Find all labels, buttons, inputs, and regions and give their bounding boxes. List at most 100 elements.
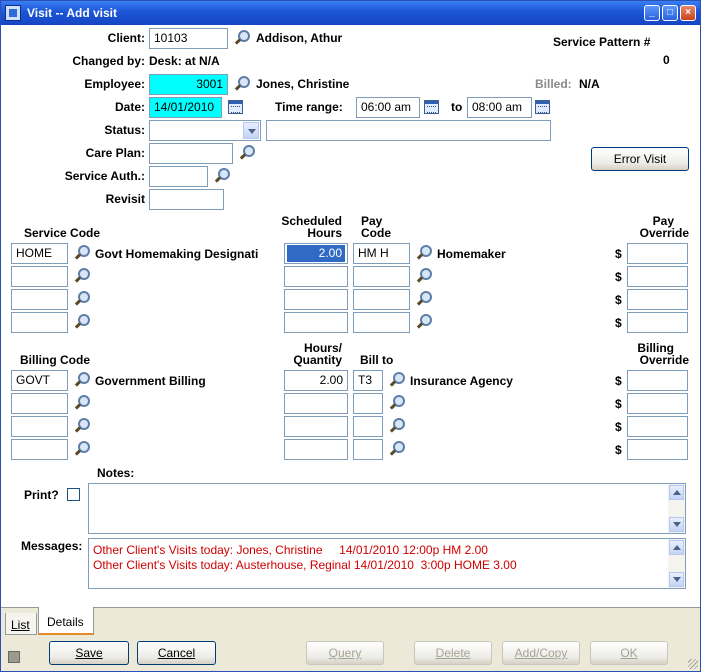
pay-override-field[interactable]: [627, 289, 688, 310]
query-button[interactable]: Query: [306, 641, 384, 665]
quantity-field[interactable]: [284, 439, 348, 460]
billing-code-field[interactable]: [11, 393, 68, 414]
messages-label: Messages:: [21, 539, 83, 553]
bill-to-lookup-icon[interactable]: [389, 441, 405, 457]
billing-code-field[interactable]: [11, 416, 68, 437]
service-auth-lookup-icon[interactable]: [214, 168, 230, 184]
scroll-up-arrow-icon[interactable]: [669, 540, 684, 555]
service-code-lookup-icon[interactable]: [74, 314, 90, 330]
quantity-field[interactable]: [284, 416, 348, 437]
bill-to-field[interactable]: [353, 393, 383, 414]
care-plan-lookup-icon[interactable]: [239, 145, 255, 161]
bill-to-field[interactable]: [353, 416, 383, 437]
date-calendar-icon[interactable]: [228, 100, 243, 114]
scheduled-hours-field[interactable]: [284, 266, 348, 287]
scheduled-hours-field[interactable]: [284, 289, 348, 310]
status-text-field[interactable]: [266, 120, 551, 141]
currency-symbol: $: [615, 247, 622, 261]
service-code-field[interactable]: [11, 289, 68, 310]
pay-code-lookup-icon[interactable]: [416, 245, 432, 261]
close-button[interactable]: ×: [680, 5, 696, 21]
employee-id-field[interactable]: 3001: [149, 74, 228, 95]
delete-button[interactable]: Delete: [414, 641, 492, 665]
ok-button[interactable]: OK: [590, 641, 668, 665]
service-desc: Govt Homemaking Designati: [95, 247, 259, 261]
tab-list[interactable]: List: [5, 613, 37, 635]
billing-code-field[interactable]: GOVT: [11, 370, 68, 391]
pay-code-lookup-icon[interactable]: [416, 291, 432, 307]
pay-code-lookup-icon[interactable]: [416, 268, 432, 284]
time-to-picker-icon[interactable]: [535, 100, 550, 114]
bill-to-field[interactable]: T3: [353, 370, 383, 391]
service-code-field[interactable]: [11, 266, 68, 287]
pay-code-lookup-icon[interactable]: [416, 314, 432, 330]
error-visit-button[interactable]: Error Visit: [591, 147, 689, 171]
time-to-field[interactable]: 08:00 am: [467, 97, 532, 118]
messages-scrollbar[interactable]: [668, 539, 685, 588]
billed-label: Billed:: [535, 77, 572, 91]
time-from-picker-icon[interactable]: [424, 100, 439, 114]
service-code-field[interactable]: [11, 312, 68, 333]
billing-override-field[interactable]: [627, 416, 688, 437]
bill-to-field[interactable]: [353, 439, 383, 460]
maximize-button[interactable]: □: [662, 5, 678, 21]
billing-code-field[interactable]: [11, 439, 68, 460]
scroll-down-arrow-icon[interactable]: [669, 572, 684, 587]
employee-name: Jones, Christine: [256, 77, 350, 91]
revisit-field[interactable]: [149, 189, 224, 210]
client-lookup-icon[interactable]: [234, 30, 250, 46]
service-code-lookup-icon[interactable]: [74, 268, 90, 284]
add-copy-button[interactable]: Add/Copy: [502, 641, 580, 665]
quantity-field[interactable]: 2.00: [284, 370, 348, 391]
changed-by-label: Changed by:: [72, 54, 145, 68]
minimize-button[interactable]: _: [644, 5, 660, 21]
notes-scrollbar[interactable]: [668, 484, 685, 533]
save-button[interactable]: Save: [49, 641, 129, 665]
time-range-label: Time range:: [275, 100, 343, 114]
scroll-up-arrow-icon[interactable]: [669, 485, 684, 500]
service-code-lookup-icon[interactable]: [74, 245, 90, 261]
pay-code-desc: Homemaker: [437, 247, 506, 261]
status-dropdown-arrow-icon[interactable]: [243, 122, 259, 139]
client-id-field[interactable]: 10103: [149, 28, 228, 49]
date-field[interactable]: 14/01/2010: [149, 97, 222, 118]
service-code-lookup-icon[interactable]: [74, 291, 90, 307]
resize-grip[interactable]: [688, 659, 698, 669]
pay-code-field[interactable]: [353, 266, 410, 287]
time-from-field[interactable]: 06:00 am: [356, 97, 420, 118]
pay-code-field[interactable]: [353, 312, 410, 333]
client-label: Client:: [107, 31, 145, 45]
pay-code-field[interactable]: [353, 289, 410, 310]
care-plan-field[interactable]: [149, 143, 233, 164]
bill-to-lookup-icon[interactable]: [389, 418, 405, 434]
billing-override-field[interactable]: [627, 439, 688, 460]
scheduled-hours-field[interactable]: [284, 312, 348, 333]
cancel-button[interactable]: Cancel: [137, 641, 216, 665]
pay-override-field[interactable]: [627, 243, 688, 264]
billing-code-header: Billing Code: [20, 353, 90, 367]
billing-code-lookup-icon[interactable]: [74, 418, 90, 434]
bill-to-lookup-icon[interactable]: [389, 372, 405, 388]
window-title: Visit -- Add visit: [27, 6, 118, 20]
print-checkbox[interactable]: [67, 488, 80, 501]
billing-override-field[interactable]: [627, 370, 688, 391]
billing-code-lookup-icon[interactable]: [74, 441, 90, 457]
billing-code-lookup-icon[interactable]: [74, 395, 90, 411]
quantity-field[interactable]: [284, 393, 348, 414]
tab-details[interactable]: Details: [38, 607, 94, 635]
bill-to-lookup-icon[interactable]: [389, 395, 405, 411]
billing-override-field[interactable]: [627, 393, 688, 414]
scheduled-hours-field[interactable]: 2.00: [284, 243, 348, 264]
pay-override-field[interactable]: [627, 266, 688, 287]
service-auth-field[interactable]: [149, 166, 208, 187]
currency-symbol: $: [615, 420, 622, 434]
employee-lookup-icon[interactable]: [234, 76, 250, 92]
scroll-down-arrow-icon[interactable]: [669, 517, 684, 532]
cancel-button-label: Cancel: [157, 646, 196, 660]
billing-code-lookup-icon[interactable]: [74, 372, 90, 388]
pay-code-field[interactable]: HM H: [353, 243, 410, 264]
service-code-field[interactable]: HOME: [11, 243, 68, 264]
currency-symbol: $: [615, 316, 622, 330]
notes-textarea[interactable]: [88, 483, 686, 534]
pay-override-field[interactable]: [627, 312, 688, 333]
